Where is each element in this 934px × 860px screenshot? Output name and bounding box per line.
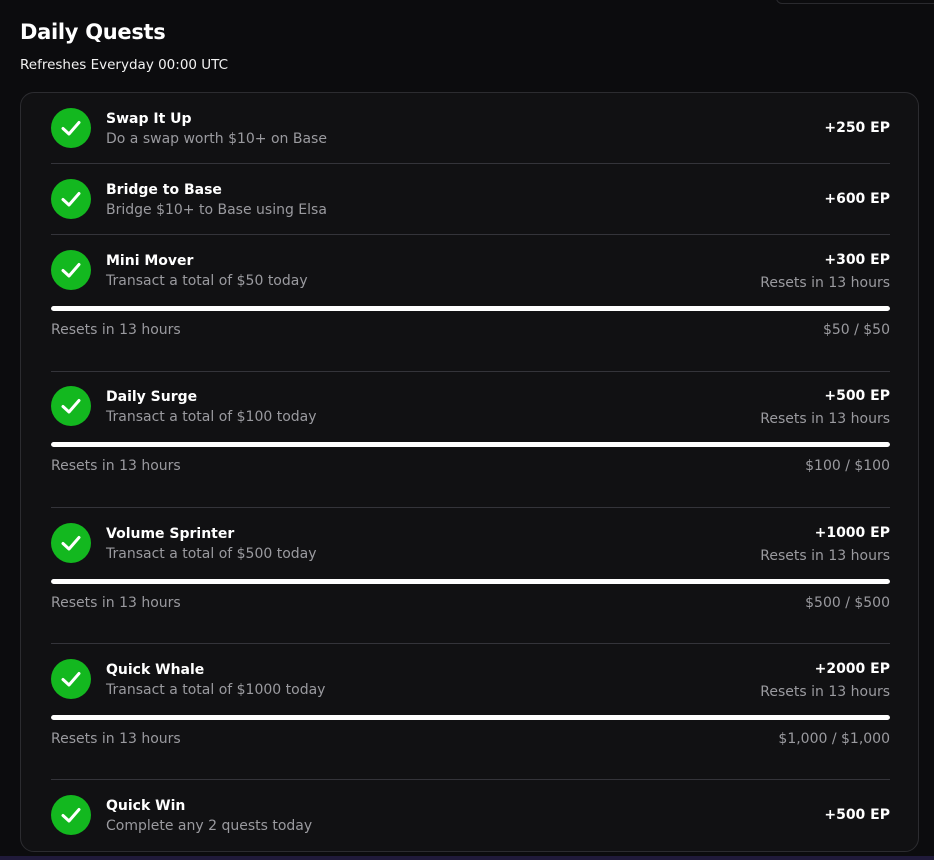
divider — [51, 234, 890, 235]
progress-bar — [51, 442, 890, 447]
check-icon — [51, 108, 91, 148]
refresh-schedule-text: Refreshes Everyday 00:00 UTC — [20, 57, 229, 73]
quest-list-card: Swap It Up Do a swap worth $10+ on Base … — [20, 92, 919, 852]
progress-bar — [51, 579, 890, 584]
quest-reward: +1000 EP — [814, 525, 890, 541]
check-icon — [51, 250, 91, 290]
top-right-frame — [776, 0, 934, 4]
quest-description: Bridge $10+ to Base using Elsa — [106, 202, 327, 218]
quest-reward: +500 EP — [824, 388, 890, 404]
quest-name: Mini Mover — [106, 253, 194, 269]
progress-amount: $100 / $100 — [805, 458, 890, 474]
reset-timer: Resets in 13 hours — [760, 684, 890, 700]
quest-description: Complete any 2 quests today — [106, 818, 313, 834]
quest-description: Do a swap worth $10+ on Base — [106, 131, 327, 147]
progress-bar — [51, 715, 890, 720]
reset-timer: Resets in 13 hours — [51, 731, 181, 747]
reset-timer: Resets in 13 hours — [51, 322, 181, 338]
progress-amount: $500 / $500 — [805, 595, 890, 611]
progress-bar-fill — [51, 442, 890, 447]
divider — [51, 779, 890, 780]
check-icon — [51, 179, 91, 219]
quest-reward: +500 EP — [824, 807, 890, 823]
quest-reward: +250 EP — [824, 120, 890, 136]
quest-reward: +300 EP — [824, 252, 890, 268]
quest-name: Swap It Up — [106, 111, 192, 127]
check-icon — [51, 523, 91, 563]
check-icon — [51, 795, 91, 835]
quest-description: Transact a total of $100 today — [106, 409, 317, 425]
quest-name: Quick Whale — [106, 662, 205, 678]
reset-timer: Resets in 13 hours — [760, 411, 890, 427]
quest-name: Volume Sprinter — [106, 526, 235, 542]
progress-amount: $1,000 / $1,000 — [778, 731, 890, 747]
quest-name: Bridge to Base — [106, 182, 222, 198]
quest-reward: +600 EP — [824, 191, 890, 207]
progress-amount: $50 / $50 — [822, 322, 890, 338]
check-icon — [51, 659, 91, 699]
reset-timer: Resets in 13 hours — [760, 548, 890, 564]
bottom-strip — [0, 856, 934, 860]
divider — [51, 643, 890, 644]
progress-bar-fill — [51, 306, 890, 311]
quest-name: Daily Surge — [106, 389, 198, 405]
progress-bar-fill — [51, 715, 890, 720]
page-title: Daily Quests — [20, 20, 166, 44]
divider — [51, 507, 890, 508]
divider — [51, 163, 890, 164]
divider — [51, 371, 890, 372]
progress-bar-fill — [51, 579, 890, 584]
quest-description: Transact a total of $50 today — [106, 273, 308, 289]
quest-name: Quick Win — [106, 798, 186, 814]
quest-description: Transact a total of $1000 today — [106, 682, 326, 698]
reset-timer: Resets in 13 hours — [760, 275, 890, 291]
reset-timer: Resets in 13 hours — [51, 595, 181, 611]
reset-timer: Resets in 13 hours — [51, 458, 181, 474]
quest-reward: +2000 EP — [814, 661, 890, 677]
progress-bar — [51, 306, 890, 311]
check-icon — [51, 386, 91, 426]
quest-description: Transact a total of $500 today — [106, 546, 317, 562]
